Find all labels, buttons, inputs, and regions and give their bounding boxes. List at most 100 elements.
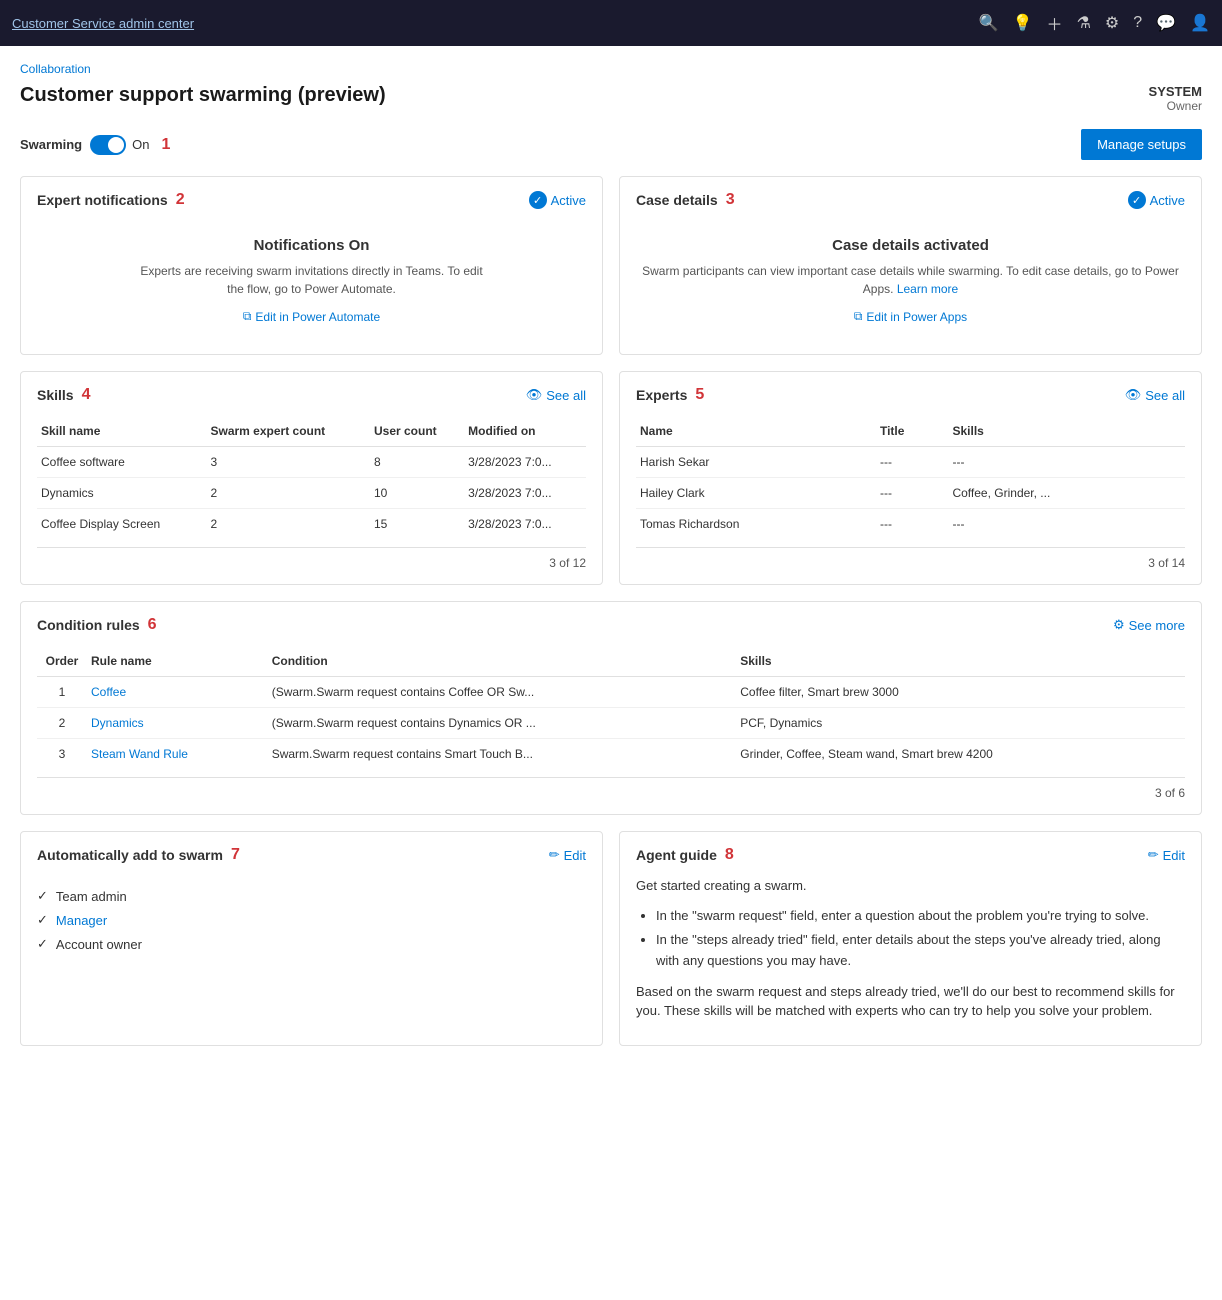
pencil-icon: ✏ <box>549 847 560 863</box>
skills-experts-row: Skills 4 👁 See all Skill name Swarm expe… <box>20 371 1202 585</box>
skills-col-name: Skill name <box>37 416 206 447</box>
experts-header: Experts 5 👁 See all <box>636 386 1185 404</box>
check-circle-icon-2: ✓ <box>1128 191 1146 209</box>
auto-add-edit-button[interactable]: ✏ Edit <box>549 847 586 863</box>
skills-card: Skills 4 👁 See all Skill name Swarm expe… <box>20 371 603 585</box>
skill-modified: 3/28/2023 7:0... <box>464 447 586 478</box>
plus-icon[interactable]: ＋ <box>1047 11 1063 35</box>
user-icon[interactable]: 👤 <box>1190 13 1210 33</box>
expert-title: --- <box>876 509 949 540</box>
auto-add-card: Automatically add to swarm 7 ✏ Edit ✓ Te… <box>20 831 603 1046</box>
page-content: Collaboration Customer support swarming … <box>0 46 1222 1300</box>
toggle-on-label: On <box>132 137 149 152</box>
pencil-icon-2: ✏ <box>1148 847 1159 863</box>
expert-notifications-status: ✓ Active <box>529 191 586 209</box>
learn-more-link[interactable]: Learn more <box>897 282 958 296</box>
filter-icon[interactable]: ⚗ <box>1077 13 1091 33</box>
list-item: In the "swarm request" field, enter a qu… <box>656 906 1185 927</box>
check-icon-1: ✓ <box>37 888 48 904</box>
edit-power-apps-link[interactable]: ⧉ Edit in Power Apps <box>854 309 967 324</box>
auto-add-item-account-owner: Account owner <box>56 937 142 952</box>
edit-power-automate-link[interactable]: ⧉ Edit in Power Automate <box>243 309 380 324</box>
expert-notifications-header: Expert notifications 2 ✓ Active <box>37 191 586 209</box>
expert-notifications-title: Expert notifications 2 <box>37 191 185 209</box>
external-link-icon-2: ⧉ <box>854 309 863 324</box>
agent-guide-header: Agent guide 8 ✏ Edit <box>636 846 1185 864</box>
search-icon[interactable]: 🔍 <box>979 13 999 33</box>
expert-title: --- <box>876 478 949 509</box>
expert-skills: --- <box>948 509 1185 540</box>
case-details-card: Case details 3 ✓ Active Case details act… <box>619 176 1202 355</box>
list-item: ✓ Manager <box>37 908 586 932</box>
skill-user-count: 15 <box>370 509 464 540</box>
skill-modified: 3/28/2023 7:0... <box>464 478 586 509</box>
experts-table: Name Title Skills Harish Sekar --- --- H… <box>636 416 1185 539</box>
check-circle-icon: ✓ <box>529 191 547 209</box>
cr-rule-name[interactable]: Steam Wand Rule <box>87 739 268 770</box>
experts-title: Experts 5 <box>636 386 704 404</box>
step-badge-6: 6 <box>148 616 157 634</box>
topbar-title[interactable]: Customer Service admin center <box>12 16 969 31</box>
expert-notifications-body: Notifications On Experts are receiving s… <box>37 221 586 340</box>
skill-user-count: 10 <box>370 478 464 509</box>
owner-label: Owner <box>1149 99 1202 113</box>
auto-add-item-manager[interactable]: Manager <box>56 913 107 928</box>
skill-expert-count: 2 <box>206 478 370 509</box>
step-badge-1: 1 <box>161 136 170 154</box>
agent-guide-card: Agent guide 8 ✏ Edit Get started creatin… <box>619 831 1202 1046</box>
skill-name: Coffee software <box>37 447 206 478</box>
table-row: Coffee Display Screen 2 15 3/28/2023 7:0… <box>37 509 586 540</box>
experts-card: Experts 5 👁 See all Name Title Skills <box>619 371 1202 585</box>
eye-icon-2: 👁 <box>1125 387 1142 403</box>
cr-skills: PCF, Dynamics <box>736 708 1185 739</box>
cr-rule-name[interactable]: Dynamics <box>87 708 268 739</box>
gear-icon[interactable]: ⚙ <box>1105 13 1119 33</box>
agent-guide-bullets: In the "swarm request" field, enter a qu… <box>656 906 1185 972</box>
condition-rules-see-more[interactable]: ⚙ See more <box>1113 617 1185 633</box>
experts-col-name: Name <box>636 416 876 447</box>
expert-name: Tomas Richardson <box>636 509 876 540</box>
skill-modified: 3/28/2023 7:0... <box>464 509 586 540</box>
skills-count: 3 of 12 <box>37 547 586 570</box>
auto-add-list: ✓ Team admin ✓ Manager ✓ Account owner <box>37 876 586 964</box>
table-row: 1 Coffee (Swarm.Swarm request contains C… <box>37 677 1185 708</box>
table-row: Harish Sekar --- --- <box>636 447 1185 478</box>
skills-see-all[interactable]: 👁 See all <box>526 387 586 403</box>
auto-agent-row: Automatically add to swarm 7 ✏ Edit ✓ Te… <box>20 831 1202 1046</box>
list-item: In the "steps already tried" field, ente… <box>656 930 1185 972</box>
expert-notifications-body-title: Notifications On <box>37 237 586 254</box>
expert-name: Hailey Clark <box>636 478 876 509</box>
condition-rules-card: Condition rules 6 ⚙ See more Order Rule … <box>20 601 1202 815</box>
topbar-icons: 🔍 💡 ＋ ⚗ ⚙ ? 💬 👤 <box>979 11 1210 35</box>
case-details-body-title: Case details activated <box>636 237 1185 254</box>
case-details-title: Case details 3 <box>636 191 735 209</box>
swarming-row: Swarming On 1 Manage setups <box>20 129 1202 160</box>
swarming-toggle[interactable] <box>90 135 126 155</box>
expert-name: Harish Sekar <box>636 447 876 478</box>
cr-condition: (Swarm.Swarm request contains Coffee OR … <box>268 677 737 708</box>
manage-setups-button[interactable]: Manage setups <box>1081 129 1202 160</box>
agent-guide-title: Agent guide 8 <box>636 846 734 864</box>
expert-skills: Coffee, Grinder, ... <box>948 478 1185 509</box>
table-row: 2 Dynamics (Swarm.Swarm request contains… <box>37 708 1185 739</box>
step-badge-2: 2 <box>176 191 185 209</box>
chat-icon[interactable]: 💬 <box>1156 13 1176 33</box>
breadcrumb[interactable]: Collaboration <box>20 62 1202 76</box>
swarming-left: Swarming On 1 <box>20 135 170 155</box>
experts-col-title: Title <box>876 416 949 447</box>
step-badge-4: 4 <box>82 386 91 404</box>
question-icon[interactable]: ? <box>1133 14 1142 32</box>
cr-rule-name[interactable]: Coffee <box>87 677 268 708</box>
case-details-status: ✓ Active <box>1128 191 1185 209</box>
cr-col-name: Rule name <box>87 646 268 677</box>
case-details-body-desc: Swarm participants can view important ca… <box>636 262 1185 298</box>
swarming-label: Swarming <box>20 137 82 152</box>
toggle-container: On <box>90 135 149 155</box>
agent-guide-closing: Based on the swarm request and steps alr… <box>636 982 1185 1021</box>
cr-condition: (Swarm.Swarm request contains Dynamics O… <box>268 708 737 739</box>
agent-guide-edit-button[interactable]: ✏ Edit <box>1148 847 1185 863</box>
lightbulb-icon[interactable]: 💡 <box>1013 13 1033 33</box>
experts-see-all[interactable]: 👁 See all <box>1125 387 1185 403</box>
table-row: 3 Steam Wand Rule Swarm.Swarm request co… <box>37 739 1185 770</box>
cr-condition: Swarm.Swarm request contains Smart Touch… <box>268 739 737 770</box>
